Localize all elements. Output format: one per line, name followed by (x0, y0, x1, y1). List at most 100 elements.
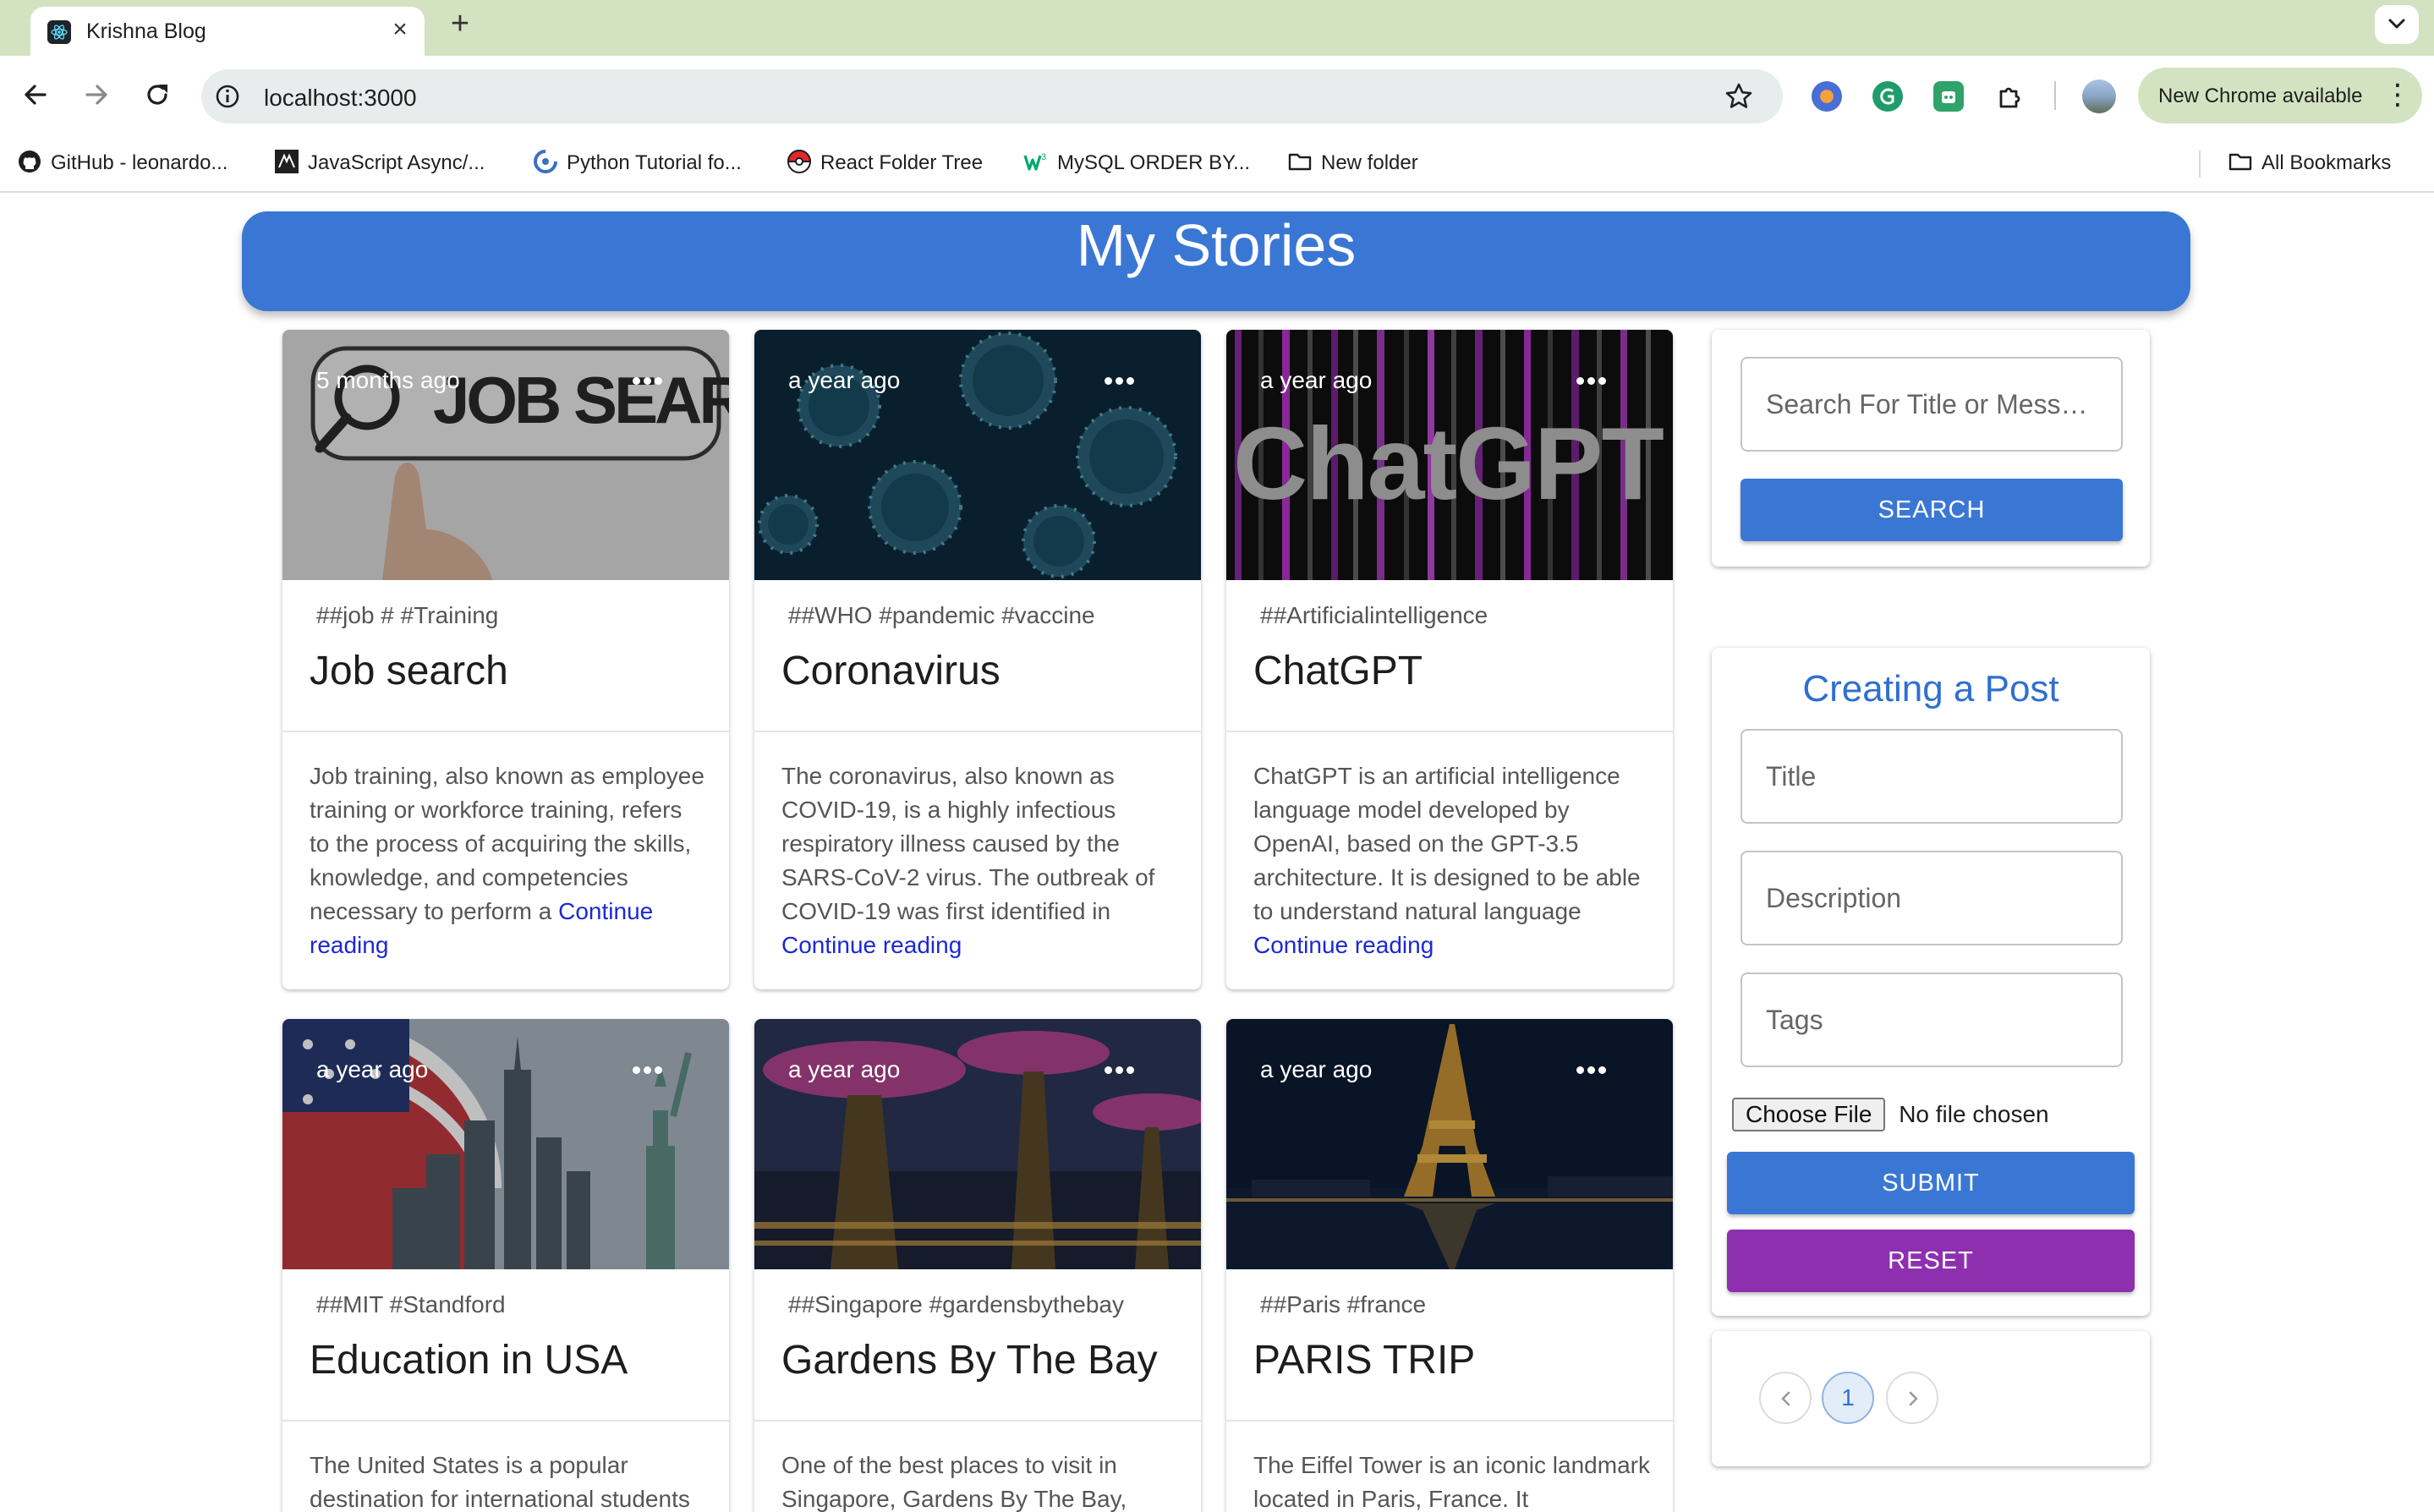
react-favicon-icon (47, 20, 71, 44)
bookmark-mysql-order-by[interactable]: 3 MySQL ORDER BY... (1023, 151, 1250, 176)
post-title: Coronavirus (781, 649, 1000, 693)
bookmark-github[interactable]: GitHub - leonardo... (17, 151, 228, 176)
title-field[interactable] (1741, 729, 2123, 824)
post-excerpt: The Eiffel Tower is an iconic landmark l… (1253, 1449, 1651, 1512)
post-timestamp: a year ago (1260, 1056, 1373, 1082)
folder-icon (2228, 149, 2253, 174)
submit-button[interactable]: SUBMIT (1727, 1152, 2135, 1214)
tab-close-icon[interactable]: × (386, 15, 414, 44)
reload-icon (147, 85, 167, 105)
description-field[interactable] (1741, 851, 2123, 945)
browser-tab[interactable]: Krishna Blog × (30, 7, 425, 56)
all-bookmarks-button[interactable]: All Bookmarks (2228, 151, 2391, 176)
post-title: PARIS TRIP (1253, 1338, 1476, 1383)
post-excerpt: ChatGPT is an artificial intelligence la… (1253, 759, 1651, 962)
chrome-update-button[interactable]: New Chrome available ⋮ (2138, 68, 2422, 123)
search-panel: SEARCH (1712, 330, 2150, 567)
post-timestamp: a year ago (788, 367, 901, 393)
more-options-icon[interactable] (1094, 1048, 1145, 1090)
address-bar[interactable]: localhost:3000 (201, 69, 1783, 123)
job-search-image: JOB SEARCH 5 months ago (282, 330, 729, 580)
more-options-icon[interactable] (1566, 1048, 1617, 1090)
eiffel-tower-image: a year ago (1226, 1019, 1673, 1269)
create-post-form: Creating a Post Choose File No file chos… (1712, 648, 2150, 1316)
post-title: ChatGPT (1253, 649, 1423, 693)
post-excerpt: One of the best places to visit in Singa… (781, 1449, 1179, 1512)
supertree-grove-image: a year ago (754, 1019, 1201, 1269)
file-picker: Choose File No file chosen (1732, 1098, 2049, 1131)
bookmarks-bar: GitHub - leonardo... JavaScript Async/..… (0, 134, 2434, 193)
app-header: My Stories (242, 211, 2190, 311)
post-excerpt-text: The United States is a popular destinati… (310, 1452, 690, 1512)
card-divider (282, 731, 729, 732)
next-page-button[interactable] (1886, 1372, 1938, 1424)
post-timestamp: 5 months ago (316, 367, 460, 393)
card-divider (282, 1420, 729, 1422)
previous-page-button[interactable] (1759, 1372, 1812, 1424)
browser-tab-strip: Krishna Blog × + (0, 0, 2434, 56)
tab-search-button[interactable] (2375, 5, 2419, 44)
continue-reading-link[interactable]: Continue reading (781, 932, 962, 958)
back-arrow-icon (25, 85, 47, 105)
new-tab-icon[interactable]: + (441, 7, 479, 44)
card-divider (754, 1420, 1201, 1422)
extension-icon[interactable] (1812, 81, 1842, 112)
url-text: localhost:3000 (264, 85, 417, 111)
grammarly-icon[interactable] (1872, 81, 1903, 112)
python-site-icon (533, 149, 558, 174)
post-excerpt: The coronavirus, also known as COVID-19,… (781, 759, 1179, 962)
forward-arrow-icon (85, 85, 107, 105)
bookmark-react-folder-tree[interactable]: React Folder Tree (787, 150, 983, 176)
form-heading: Creating a Post (1802, 668, 2059, 709)
choose-file-button[interactable]: Choose File (1732, 1098, 1886, 1131)
card-divider (1226, 731, 1673, 732)
file-status: No file chosen (1899, 1101, 2049, 1127)
bookmark-python-tutorial[interactable]: Python Tutorial fo... (533, 149, 742, 176)
kebab-menu-icon[interactable]: ⋮ (2383, 79, 2412, 110)
chevron-down-icon (2388, 19, 2405, 29)
reload-button[interactable] (137, 74, 178, 115)
javascript-site-icon (274, 149, 299, 174)
search-input[interactable] (1741, 357, 2123, 452)
post-card[interactable]: a year ago ##Paris #france PARIS TRIP Th… (1226, 1019, 1673, 1512)
post-card[interactable]: a year ago ##MIT #Standford Education in… (282, 1019, 729, 1512)
continue-reading-link[interactable]: Continue reading (1253, 932, 1434, 958)
bookmark-new-folder[interactable]: New folder (1287, 151, 1418, 176)
chevron-left-icon (1781, 1391, 1790, 1406)
github-icon (17, 149, 42, 174)
extensions-puzzle-icon[interactable] (1994, 81, 2025, 112)
post-excerpt-text: The Eiffel Tower is an iconic landmark l… (1253, 1452, 1650, 1512)
bookmark-star-icon[interactable] (1724, 81, 1754, 112)
more-options-icon[interactable] (622, 359, 673, 401)
update-label: New Chrome available (2158, 85, 2363, 107)
search-button[interactable]: SEARCH (1741, 479, 2123, 541)
back-button[interactable] (15, 74, 56, 115)
tab-title: Krishna Blog (86, 19, 206, 43)
post-card[interactable]: a year ago ##Singapore #gardensbythebay … (754, 1019, 1201, 1512)
page-title: My Stories (1076, 212, 1357, 278)
card-divider (1226, 1420, 1673, 1422)
profile-avatar[interactable] (2082, 79, 2116, 113)
more-options-icon[interactable] (1566, 359, 1617, 401)
post-card[interactable]: JOB SEARCH 5 months ago ##job # #Trainin… (282, 330, 729, 989)
current-page-button[interactable]: 1 (1822, 1372, 1874, 1424)
bookmark-javascript-async[interactable]: JavaScript Async/... (274, 149, 485, 176)
post-title: Education in USA (310, 1338, 628, 1383)
post-title: Gardens By The Bay (781, 1338, 1158, 1383)
robot-extension-icon[interactable] (1933, 81, 1964, 112)
w3schools-icon: 3 (1023, 149, 1049, 174)
tags-field[interactable] (1741, 972, 2123, 1067)
toolbar-divider (2054, 81, 2056, 110)
post-card[interactable]: ChatGPT a year ago ##Artificialintellige… (1226, 330, 1673, 989)
post-tags: ##MIT #Standford (316, 1291, 506, 1318)
svg-text:3: 3 (1041, 152, 1046, 162)
more-options-icon[interactable] (622, 1048, 673, 1090)
post-card[interactable]: a year ago ##WHO #pandemic #vaccine Coro… (754, 330, 1201, 989)
forward-button[interactable] (76, 74, 117, 115)
post-timestamp: a year ago (788, 1056, 901, 1082)
site-info-icon[interactable] (213, 82, 242, 111)
reset-button[interactable]: RESET (1727, 1230, 2135, 1292)
more-options-icon[interactable] (1094, 359, 1145, 401)
post-excerpt-text: ChatGPT is an artificial intelligence la… (1253, 763, 1641, 924)
chevron-right-icon (1909, 1391, 1918, 1406)
